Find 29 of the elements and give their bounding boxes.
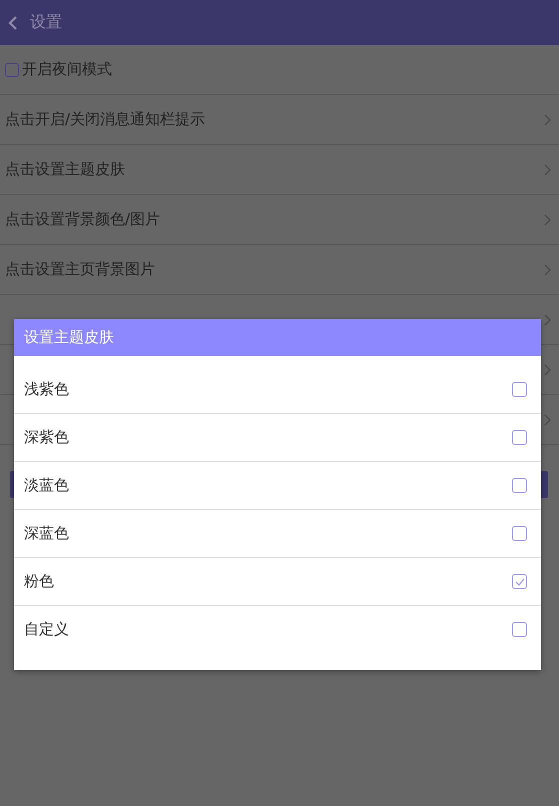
chevron-right-icon [544,214,551,226]
setting-item[interactable]: 点击开启/关闭消息通知栏提示 [5,110,206,129]
checkbox[interactable] [512,382,527,397]
setting-item[interactable]: 点击设置主页背景图片 [5,260,155,279]
chevron-right-icon [544,364,551,376]
option-label: 深紫色 [24,428,69,447]
setting-item[interactable]: 点击设置背景颜色/图片 [5,210,160,229]
option-label: 深蓝色 [24,524,69,543]
setting-item[interactable]: 点击设置主题皮肤 [5,160,125,179]
chevron-right-icon [544,414,551,426]
checkbox[interactable] [512,574,527,589]
chevron-right-icon [544,264,551,276]
dialog-title: 设置主题皮肤 [24,328,114,347]
check-icon [514,578,524,586]
setting-label: 开启夜间模式 [22,60,112,79]
checkbox[interactable] [512,622,527,637]
chevron-right-icon [544,314,551,326]
checkbox[interactable] [512,430,527,445]
checkbox[interactable] [512,478,527,493]
screen-title: 设置 [30,12,62,33]
option-label: 自定义 [24,620,69,639]
option-label: 浅紫色 [24,380,69,399]
option-label: 淡蓝色 [24,476,69,495]
back-icon[interactable] [8,14,18,30]
chevron-right-icon [544,164,551,176]
option-label: 粉色 [24,572,54,591]
chevron-right-icon [544,114,551,126]
checkbox[interactable] [512,526,527,541]
checkbox[interactable] [5,62,19,76]
